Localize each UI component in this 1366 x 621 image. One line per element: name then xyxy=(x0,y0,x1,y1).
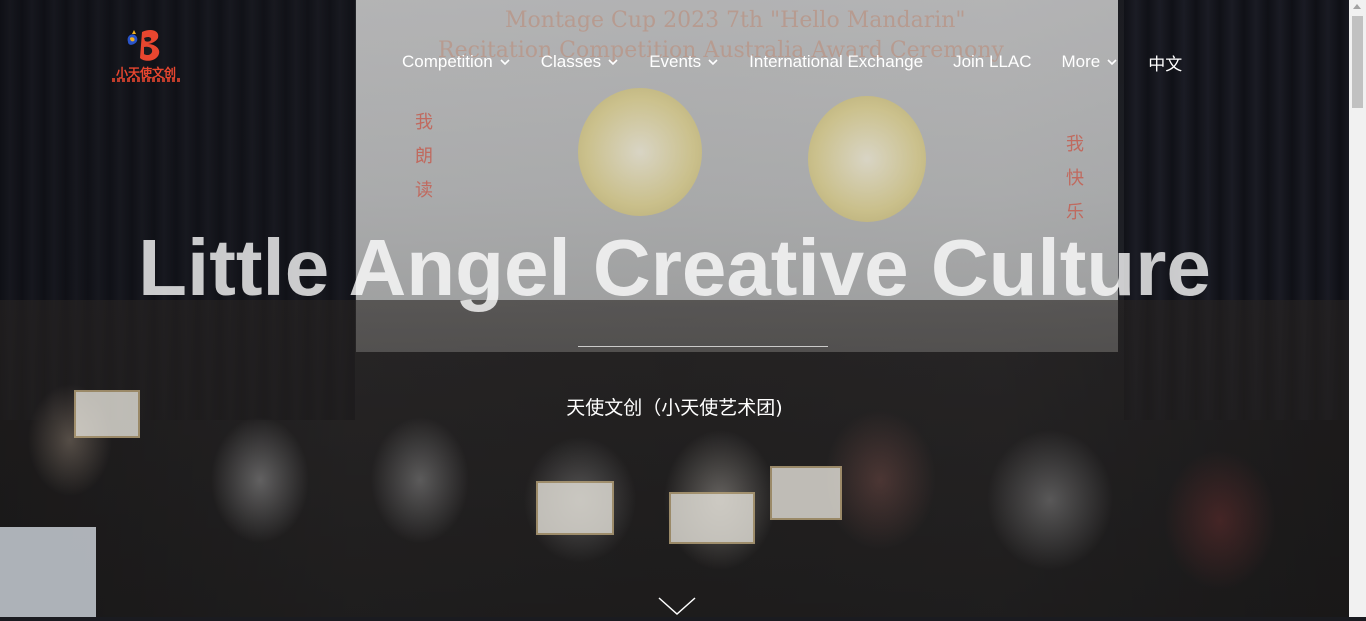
nav-item-international-exchange[interactable]: International Exchange xyxy=(749,50,923,74)
nav-item-more[interactable]: More xyxy=(1062,50,1119,74)
nav-item-label: Competition xyxy=(402,52,493,71)
event-poster xyxy=(0,527,96,617)
chevron-down-icon xyxy=(499,56,511,68)
hero-subtitle: 天使文创（小天使艺术团) xyxy=(566,397,783,419)
chevron-down-icon xyxy=(607,56,619,68)
nav-item-label: More xyxy=(1061,52,1101,71)
nav-item-label: Classes xyxy=(540,52,602,71)
nav-item-events[interactable]: Events xyxy=(649,50,719,74)
nav-item-label: Events xyxy=(649,52,702,71)
page-scrollbar[interactable] xyxy=(1349,0,1366,617)
nav-item-label: Join LLAC xyxy=(953,52,1032,71)
main-nav: Competition Classes Events International… xyxy=(402,50,1182,74)
nav-item-classes[interactable]: Classes xyxy=(541,50,619,74)
screen-text-line1: Montage Cup 2023 7th "Hello Mandarin" xyxy=(505,8,966,33)
chevron-down-icon xyxy=(1106,56,1118,68)
site-logo[interactable]: 小天使文创 xyxy=(112,28,180,86)
chevron-down-icon xyxy=(658,597,696,616)
nav-item-language-chinese[interactable]: 中文 xyxy=(1148,50,1182,74)
certificate xyxy=(669,492,755,544)
hello-mandarin-badge xyxy=(578,88,702,216)
certificate xyxy=(536,481,614,535)
nav-item-label: 中文 xyxy=(1148,54,1183,74)
nav-item-join-llac[interactable]: Join LLAC xyxy=(953,50,1031,74)
certificate xyxy=(770,466,842,520)
ni-hao-badge xyxy=(808,96,926,222)
nav-item-competition[interactable]: Competition xyxy=(402,50,511,74)
scroll-down-button[interactable] xyxy=(657,596,697,616)
logo-mark-icon xyxy=(127,30,160,61)
group-photo-crowd xyxy=(0,300,1349,617)
nav-item-label: International Exchange xyxy=(749,52,924,71)
screen-side-text-right: 我快乐 xyxy=(1066,134,1084,223)
scrollbar-thumb[interactable] xyxy=(1352,16,1363,108)
screen-side-text-left: 我朗读 xyxy=(415,112,433,201)
scroll-up-arrow-icon[interactable] xyxy=(1353,4,1361,9)
chevron-down-icon xyxy=(707,56,719,68)
hero-divider xyxy=(578,346,828,347)
logo-tagline-strip xyxy=(112,78,180,82)
hero-title: Little Angel Creative Culture xyxy=(138,223,1211,312)
